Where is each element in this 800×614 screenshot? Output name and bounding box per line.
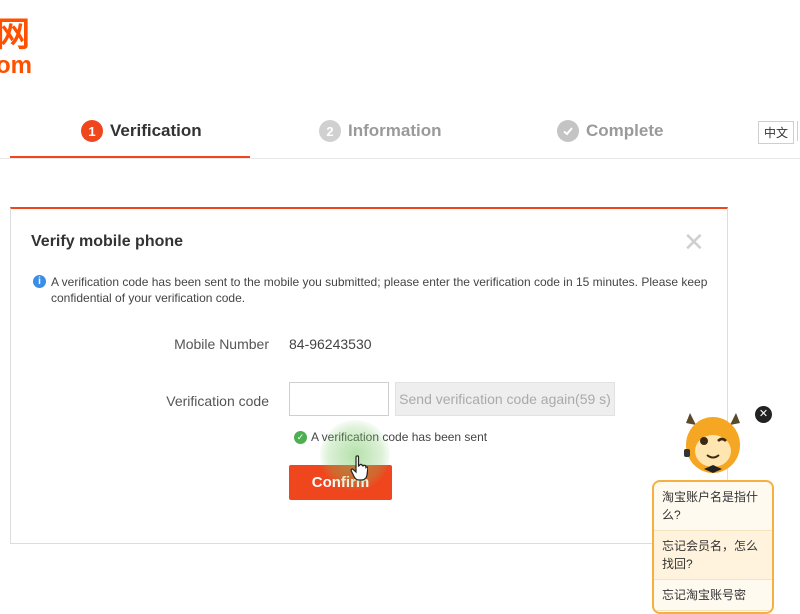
close-icon[interactable]: ✕ bbox=[683, 229, 705, 255]
help-item[interactable]: 忘记会员名，怎么找回? bbox=[654, 531, 772, 580]
step-label-verification: Verification bbox=[110, 121, 202, 140]
resend-code-button[interactable]: Send verification code again(59 s) bbox=[395, 382, 615, 416]
mobile-number-value: 84-96243530 bbox=[289, 336, 372, 352]
help-panel: 淘宝账户名是指什么? 忘记会员名，怎么找回? 忘记淘宝账号密 bbox=[652, 480, 774, 614]
code-sent-text: A verification code has been sent bbox=[311, 430, 488, 444]
step-complete: Complete bbox=[557, 120, 663, 142]
info-icon: i bbox=[33, 275, 46, 288]
site-logo[interactable]: 网 om bbox=[0, 18, 32, 78]
step-label-information: Information bbox=[348, 121, 442, 140]
verify-dialog: Verify mobile phone ✕ i A verification c… bbox=[10, 207, 728, 544]
confirm-button[interactable]: Confirm bbox=[289, 465, 392, 500]
close-icon[interactable]: ✕ bbox=[755, 406, 772, 423]
step-information: 2 Information bbox=[319, 120, 442, 142]
mascot-icon[interactable] bbox=[680, 405, 746, 477]
dialog-title: Verify mobile phone bbox=[31, 233, 184, 250]
step-verification: 1 Verification bbox=[81, 120, 202, 142]
code-sent-message: ✓ A verification code has been sent bbox=[294, 430, 487, 444]
logo-text: om bbox=[0, 52, 32, 79]
help-item[interactable]: 忘记淘宝账号密 bbox=[654, 580, 772, 611]
info-message: i A verification code has been sent to t… bbox=[33, 274, 713, 306]
verification-code-input[interactable] bbox=[289, 382, 389, 416]
logo-glyph: 网 bbox=[0, 16, 30, 54]
check-circle-icon: ✓ bbox=[294, 430, 307, 444]
info-text: A verification code has been sent to the… bbox=[51, 275, 708, 305]
active-step-indicator bbox=[10, 156, 250, 158]
language-switch[interactable]: 中文 bbox=[758, 121, 795, 144]
step-number-1: 1 bbox=[81, 120, 103, 142]
progress-steps: 1 Verification 2 Information Complete bbox=[0, 110, 800, 159]
step-label-complete: Complete bbox=[586, 121, 664, 140]
help-item[interactable]: 淘宝账户名是指什么? bbox=[654, 482, 772, 531]
check-circle-icon bbox=[557, 120, 579, 142]
verification-code-label: Verification code bbox=[166, 393, 269, 409]
hand-cursor-icon bbox=[350, 455, 369, 486]
mobile-number-label: Mobile Number bbox=[174, 336, 269, 352]
step-number-2: 2 bbox=[319, 120, 341, 142]
